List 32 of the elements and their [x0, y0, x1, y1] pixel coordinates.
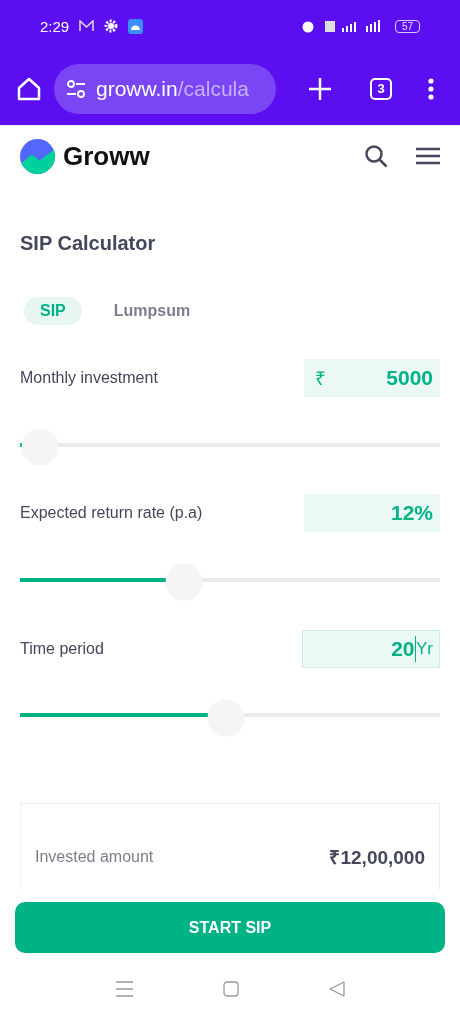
brand-name: Groww — [63, 140, 150, 172]
result-value: ₹12,00,000 — [329, 846, 425, 870]
more-icon[interactable] — [428, 77, 434, 100]
tab-count-button[interactable]: 3 — [370, 77, 392, 100]
search-icon[interactable] — [364, 144, 388, 168]
result-label: Invested amount — [35, 848, 154, 866]
battery-indicator: 57 — [394, 19, 420, 33]
back-icon[interactable] — [328, 981, 345, 997]
slider-thumb[interactable] — [21, 429, 58, 465]
android-icon — [128, 18, 144, 34]
start-sip-button[interactable]: START SIP — [15, 902, 445, 953]
status-time: 2:29 — [40, 17, 70, 35]
slider-thumb[interactable] — [165, 564, 202, 601]
new-tab-icon[interactable] — [308, 76, 332, 101]
address-bar[interactable]: groww.in/calcula — [54, 63, 276, 114]
input-label: Time period — [20, 639, 104, 658]
home-icon[interactable] — [16, 75, 42, 102]
calculator-tab[interactable]: SIP — [24, 297, 82, 325]
page-title: SIP Calculator — [20, 232, 157, 255]
calculator-tab[interactable]: Lumpsum — [97, 297, 207, 325]
logo-icon — [20, 138, 55, 174]
gear-icon — [104, 19, 119, 33]
menu-icon[interactable] — [416, 147, 440, 165]
slider-thumb[interactable] — [208, 699, 245, 736]
input-field[interactable]: 12% — [304, 494, 440, 533]
mail-icon — [79, 20, 95, 32]
input-label: Monthly investment — [20, 369, 158, 387]
url-text: groww.in/calcula — [96, 76, 249, 101]
input-label: Expected return rate (p.a) — [20, 504, 203, 523]
input-field[interactable]: ₹ 5000 — [304, 359, 440, 397]
input-field[interactable]: 20Yr — [302, 629, 440, 668]
site-settings-icon[interactable] — [66, 79, 86, 98]
